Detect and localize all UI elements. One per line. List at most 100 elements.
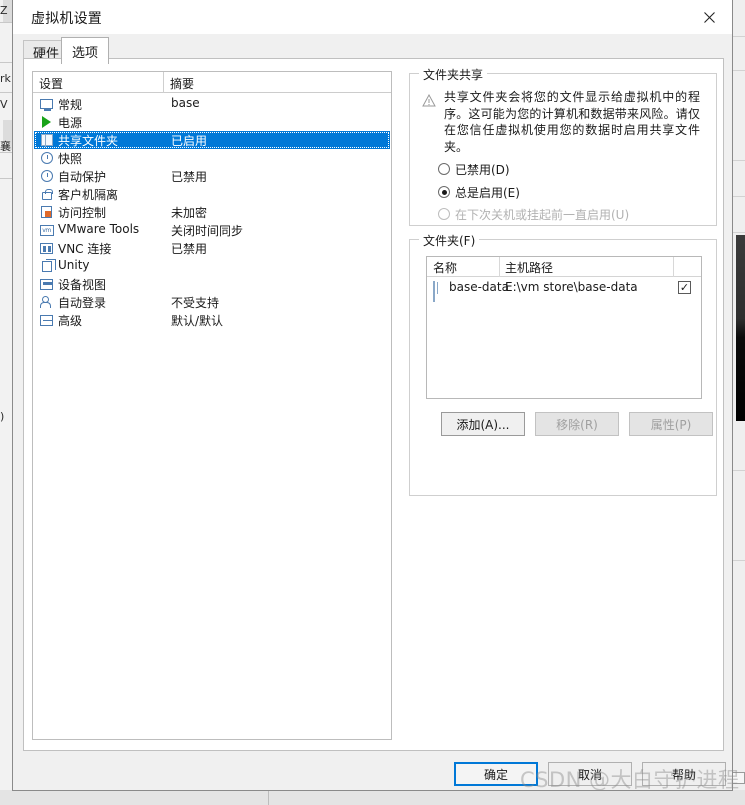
column-header-name: 名称 — [433, 261, 458, 275]
settings-row-snapshot[interactable]: 快照 — [34, 149, 390, 167]
folder-sharing-warning-text: 共享文件夹会将您的文件显示给虚拟机中的程序。这可能为您的计算机和数据带来风险。请… — [444, 90, 700, 154]
lock-icon — [39, 187, 54, 201]
auto-login-icon — [39, 295, 54, 309]
snapshot-icon — [39, 151, 54, 165]
remove-folder-button: 移除(R) — [535, 412, 619, 436]
ok-button[interactable]: 确定 — [454, 762, 538, 786]
settings-row-label: 设备视图 — [58, 278, 107, 292]
settings-row-label: 高级 — [58, 314, 83, 328]
settings-row-label: 自动保护 — [58, 170, 107, 184]
background-dark-region — [736, 235, 745, 421]
settings-row-summary: base — [171, 96, 200, 110]
settings-row-vmware-tools[interactable]: vm VMware Tools 关闭时间同步 — [34, 221, 390, 239]
device-view-icon — [39, 277, 54, 291]
folders-group-title: 文件夹(F) — [419, 232, 480, 249]
add-folder-button[interactable]: 添加(A)... — [441, 412, 525, 436]
shared-folders-table[interactable]: 名称 主机路径 base-data E:\vm store\base-data … — [426, 256, 702, 399]
settings-row-summary: 未加密 — [171, 206, 208, 220]
settings-row-label: 访问控制 — [58, 206, 107, 220]
settings-row-auto-login[interactable]: 自动登录 不受支持 — [34, 293, 390, 311]
settings-row-summary: 已禁用 — [171, 242, 208, 256]
radio-indicator — [438, 163, 450, 175]
help-button[interactable]: 帮助 — [642, 762, 726, 786]
settings-row-advanced[interactable]: 高级 默认/默认 — [34, 311, 390, 329]
radio-disabled[interactable]: 已禁用(D) — [438, 160, 510, 178]
settings-row-label: Unity — [58, 258, 90, 272]
radio-label: 在下次关机或挂起前一直启用(U) — [455, 207, 630, 222]
bg-icon — [731, 772, 745, 784]
settings-row-summary: 不受支持 — [171, 296, 220, 310]
radio-until-next-shutdown: 在下次关机或挂起前一直启用(U) — [438, 205, 629, 223]
settings-row-general[interactable]: 常规 base — [34, 95, 390, 113]
settings-row-summary: 已启用 — [171, 134, 208, 148]
autoprotect-icon — [39, 169, 54, 183]
title-bar: 虚拟机设置 — [13, 0, 732, 34]
settings-row-label: VNC 连接 — [58, 242, 112, 256]
access-control-icon — [39, 205, 54, 219]
shared-folder-icon — [433, 281, 435, 302]
folder-sharing-group-title: 文件夹共享 — [419, 66, 488, 83]
bg-text-fragment: ) — [0, 410, 5, 423]
bg-text-fragment: rk — [0, 72, 11, 85]
vm-settings-dialog: 虚拟机设置 硬件 选项 设置 摘要 常规 base 电源 共享文件夹 已启用 快… — [12, 0, 733, 791]
column-header-summary: 摘要 — [170, 77, 195, 91]
settings-list-header: 设置 摘要 — [33, 72, 391, 93]
folder-enabled-checkbox[interactable]: ✓ — [678, 281, 691, 294]
settings-row-summary: 关闭时间同步 — [171, 224, 244, 238]
column-header-host-path: 主机路径 — [505, 261, 554, 275]
power-play-icon — [39, 115, 54, 129]
settings-row-label: 客户机隔离 — [58, 188, 119, 202]
bg-text-fragment: Z — [0, 4, 8, 17]
options-panel: 设置 摘要 常规 base 电源 共享文件夹 已启用 快照 自动保护 已禁用 客… — [23, 58, 724, 751]
cancel-button[interactable]: 取消 — [548, 762, 632, 786]
settings-list[interactable]: 设置 摘要 常规 base 电源 共享文件夹 已启用 快照 自动保护 已禁用 客… — [32, 71, 392, 740]
settings-row-label: 快照 — [58, 152, 83, 166]
folder-name: base-data — [449, 280, 509, 294]
tab-options[interactable]: 选项 — [61, 37, 109, 64]
vnc-icon — [39, 241, 54, 255]
bg-text-fragment: V — [0, 98, 8, 111]
column-header-name: 设置 — [39, 77, 64, 91]
column-divider — [163, 72, 164, 93]
settings-row-summary: 默认/默认 — [171, 314, 224, 328]
settings-row-power[interactable]: 电源 — [34, 113, 390, 131]
settings-row-access-control[interactable]: 访问控制 未加密 — [34, 203, 390, 221]
settings-row-label: 共享文件夹 — [58, 134, 119, 148]
settings-row-label: VMware Tools — [58, 222, 140, 236]
folder-host-path: E:\vm store\base-data — [505, 280, 638, 294]
window-title: 虚拟机设置 — [31, 11, 102, 27]
settings-row-label: 自动登录 — [58, 296, 107, 310]
settings-row-guest-isolation[interactable]: 客户机隔离 — [34, 185, 390, 203]
settings-row-vnc[interactable]: VNC 连接 已禁用 — [34, 239, 390, 257]
settings-row-summary: 已禁用 — [171, 170, 208, 184]
settings-row-unity[interactable]: Unity — [34, 257, 390, 275]
dialog-footer: 确定 取消 帮助 — [13, 752, 732, 790]
taskbar-divider — [268, 790, 269, 805]
settings-row-shared-folders[interactable]: 共享文件夹 已启用 — [34, 131, 390, 149]
desktop-background-bottom — [0, 790, 745, 805]
folders-group: 文件夹(F) 名称 主机路径 base-data E:\vm store\bas… — [409, 232, 717, 496]
unity-icon — [39, 258, 56, 273]
vmware-tools-icon: vm — [39, 223, 54, 237]
radio-indicator — [438, 208, 450, 220]
table-row[interactable]: base-data E:\vm store\base-data ✓ — [427, 278, 701, 302]
settings-row-label: 常规 — [58, 98, 83, 112]
radio-label: 总是启用(E) — [455, 185, 520, 200]
advanced-icon — [39, 313, 54, 327]
radio-indicator — [438, 186, 450, 198]
monitor-icon — [39, 97, 54, 111]
column-divider — [673, 257, 674, 277]
folder-properties-button: 属性(P) — [629, 412, 713, 436]
folders-table-header: 名称 主机路径 — [427, 257, 701, 277]
radio-label: 已禁用(D) — [455, 162, 510, 177]
shared-folder-icon — [39, 133, 54, 147]
radio-always-enabled[interactable]: 总是启用(E) — [438, 183, 520, 201]
settings-row-autoprotect[interactable]: 自动保护 已禁用 — [34, 167, 390, 185]
close-icon[interactable] — [687, 0, 732, 34]
settings-row-device-view[interactable]: 设备视图 — [34, 275, 390, 293]
folder-sharing-group: 文件夹共享 共享文件夹会将您的文件显示给虚拟机中的程序。这可能为您的计算机和数据… — [409, 66, 717, 226]
bg-text-fragment: 襄 — [0, 140, 11, 153]
warning-triangle-icon — [422, 92, 436, 107]
column-divider — [499, 257, 500, 277]
settings-row-label: 电源 — [58, 116, 83, 130]
